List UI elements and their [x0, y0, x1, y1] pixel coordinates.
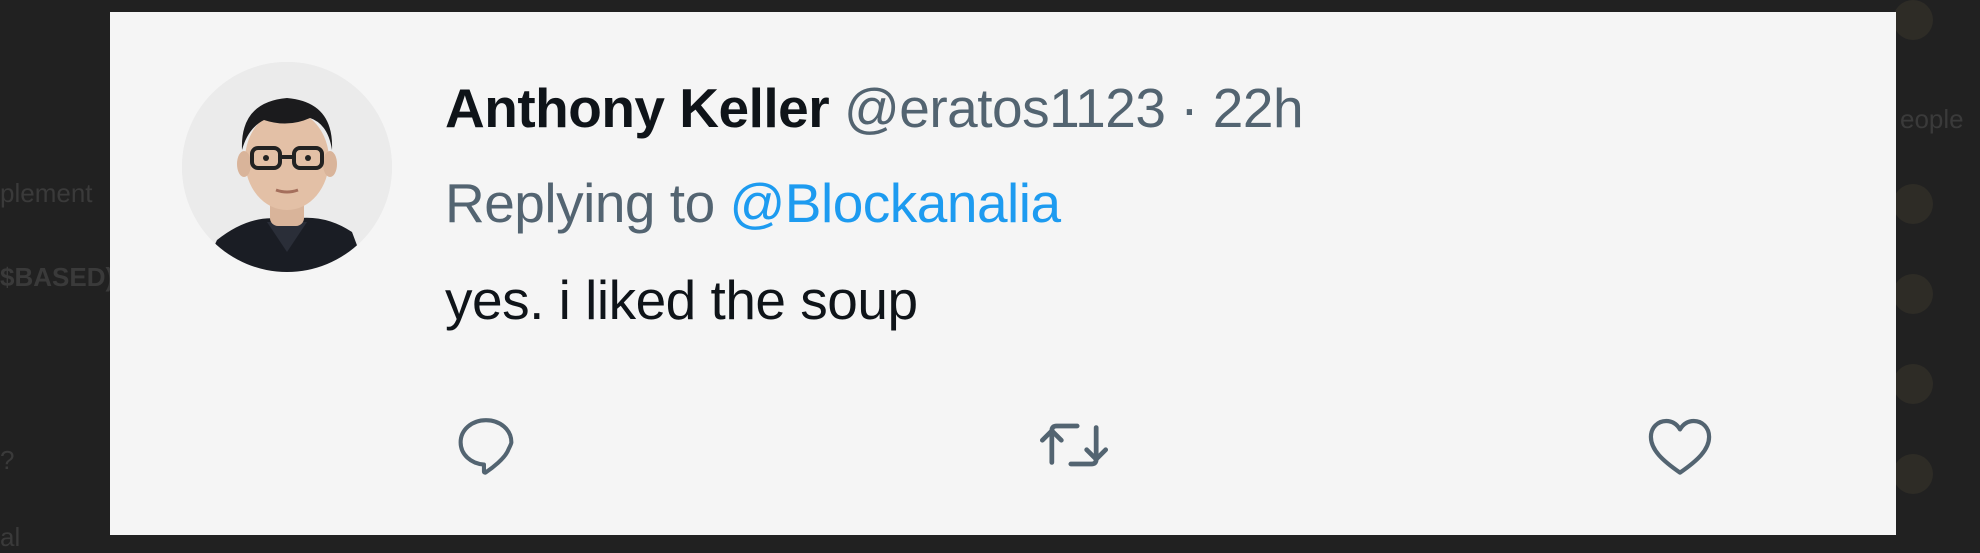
background-emoji-icon — [1893, 0, 1933, 40]
header-separator: · — [1180, 77, 1199, 139]
like-button[interactable] — [1640, 405, 1720, 485]
background-emoji-icon — [1893, 364, 1933, 404]
background-text-fragment: eople — [1900, 104, 1964, 134]
replying-to-label: Replying to — [445, 172, 715, 234]
tweet-timestamp[interactable]: 22h — [1213, 77, 1304, 139]
tweet-text: yes. i liked the soup — [445, 269, 918, 331]
replying-to-mention-link[interactable]: @Blockanalia — [729, 172, 1061, 234]
speech-bubble-icon — [458, 418, 514, 475]
background-emoji-icon — [1893, 274, 1933, 314]
author-handle[interactable]: @eratos1123 — [844, 77, 1166, 139]
background-emoji-icon — [1893, 184, 1933, 224]
background-text-fragment: al — [0, 522, 21, 552]
user-avatar-photo-icon — [182, 62, 392, 272]
replying-to-line: Replying to @Blockanalia — [445, 165, 1061, 241]
tweet-card[interactable]: Anthony Keller @eratos1123 · 22h Replyin… — [110, 12, 1896, 535]
background-text-fragment: ? — [0, 445, 15, 475]
retweet-icon — [1039, 423, 1109, 467]
retweet-button[interactable] — [1034, 405, 1114, 485]
background-emoji-icon — [1893, 454, 1933, 494]
heart-icon — [1648, 418, 1712, 475]
author-name[interactable]: Anthony Keller — [445, 77, 830, 139]
background-text-fragment: plement — [0, 178, 93, 208]
background-text-fragment: $BASED) — [0, 262, 115, 292]
reply-button[interactable] — [446, 405, 526, 485]
avatar[interactable] — [182, 62, 392, 272]
tweet-header: Anthony Keller @eratos1123 · 22h — [445, 70, 1304, 146]
